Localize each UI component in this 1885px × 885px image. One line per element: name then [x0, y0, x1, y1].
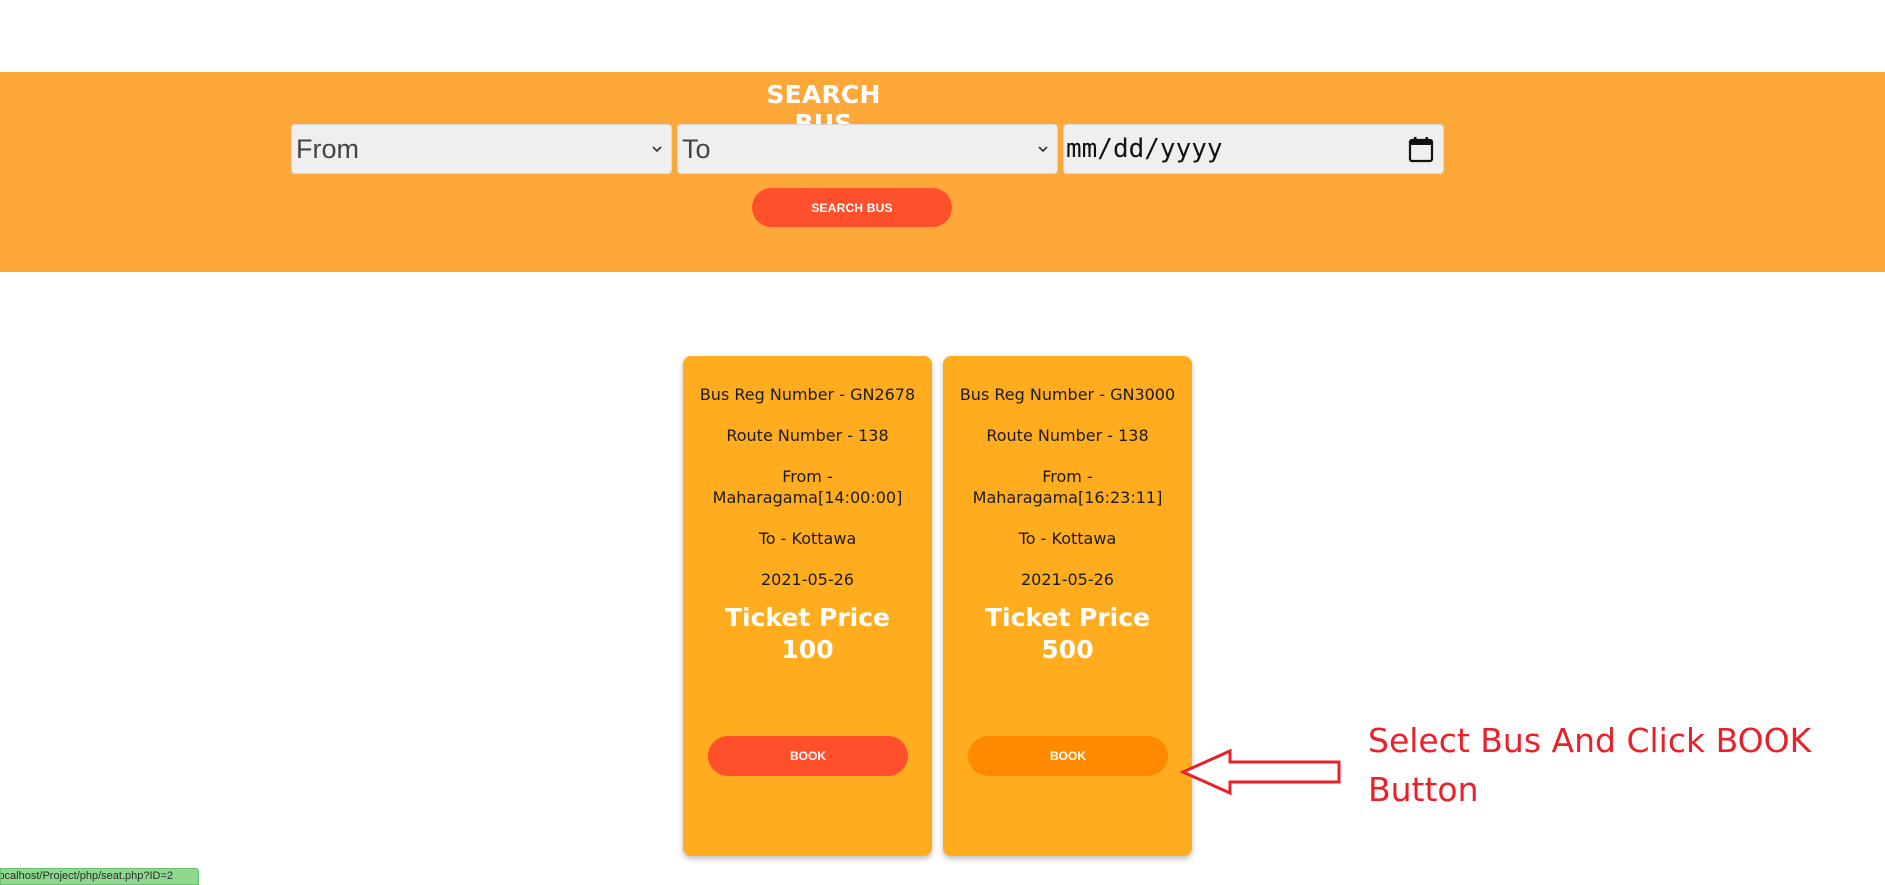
- ticket-price-label: Ticket Price: [724, 603, 890, 632]
- bus-card: Bus Reg Number - GN3000 Route Number - 1…: [943, 356, 1192, 856]
- annotation-arrow-icon: [1180, 748, 1341, 796]
- date-input-placeholder: mm/dd/yyyy: [1066, 134, 1223, 164]
- date-input[interactable]: mm/dd/yyyy: [1063, 124, 1444, 174]
- from-location: From - Maharagama[16:23:11]: [972, 467, 1163, 507]
- bus-reg-number: Bus Reg Number - GN3000: [959, 385, 1176, 404]
- route-number: Route Number - 138: [726, 426, 889, 445]
- chevron-down-icon: [652, 146, 662, 153]
- search-bus-button[interactable]: SEARCH BUS: [752, 188, 952, 227]
- route-number: Route Number - 138: [986, 426, 1149, 445]
- status-bar-url: localhost/Project/php/seat.php?ID=2: [0, 868, 199, 885]
- ticket-price-label: Ticket Price: [984, 603, 1150, 632]
- bus-reg-number: Bus Reg Number - GN2678: [699, 385, 916, 404]
- calendar-icon[interactable]: [1408, 136, 1434, 163]
- to-select-value: To: [682, 133, 711, 164]
- travel-date: 2021-05-26: [761, 570, 854, 589]
- ticket-price-value: 100: [781, 635, 834, 664]
- book-button[interactable]: BOOK: [968, 736, 1168, 776]
- ticket-price-value: 500: [1041, 635, 1094, 664]
- bus-card: Bus Reg Number - GN2678 Route Number - 1…: [683, 356, 932, 856]
- from-select-value: From: [296, 133, 359, 164]
- book-button[interactable]: BOOK: [708, 736, 908, 776]
- to-location: To - Kottawa: [1018, 529, 1117, 548]
- to-location: To - Kottawa: [758, 529, 857, 548]
- status-bar-url-text: localhost/Project/php/seat.php?ID=2: [0, 870, 174, 882]
- annotation-text: Select Bus And Click BOOK Button: [1368, 721, 1812, 809]
- to-select[interactable]: To: [677, 124, 1058, 174]
- chevron-down-icon: [1038, 146, 1048, 153]
- from-location: From - Maharagama[14:00:00]: [712, 467, 903, 507]
- travel-date: 2021-05-26: [1021, 570, 1114, 589]
- from-select[interactable]: From: [291, 124, 672, 174]
